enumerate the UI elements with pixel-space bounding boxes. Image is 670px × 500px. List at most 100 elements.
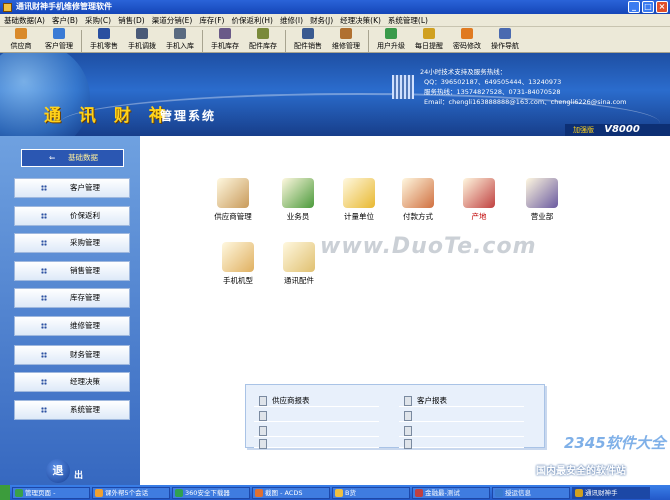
report-row-empty[interactable]	[254, 438, 379, 449]
menu-manager[interactable]: 经理决策(K)	[340, 15, 381, 26]
title-bar: 通讯财神手机维修管理软件 _ □ ×	[0, 0, 670, 14]
menu-purchase[interactable]: 采购(C)	[85, 15, 111, 26]
grid-dots-icon	[41, 268, 47, 274]
business-dept-tile[interactable]: 营业部	[512, 178, 572, 222]
app-icon	[495, 488, 503, 497]
nav-item-inventory[interactable]: 库存管理	[14, 288, 130, 308]
grid-dots-icon	[41, 185, 47, 191]
menu-channel[interactable]: 渠道分销(E)	[152, 15, 193, 26]
exit-label[interactable]: 出	[74, 468, 83, 481]
nav-item-repair[interactable]: 维修管理	[14, 316, 130, 336]
taskbar-item[interactable]: 截图 - ACDS	[252, 486, 330, 499]
brand-watermark: 2345软件大全 国内最安全的软件站	[530, 426, 670, 482]
report-row-empty[interactable]	[399, 438, 524, 449]
maximize-button[interactable]: □	[642, 1, 654, 13]
toolbar-retail-button[interactable]: 手机零售	[87, 27, 121, 52]
report-panel: 供应商报表 客户报表	[245, 384, 545, 449]
nav-header-basic-data[interactable]: ⇐ 基础数据	[21, 149, 124, 167]
phone-box-icon	[222, 242, 254, 272]
toolbar-password-button[interactable]: 密码修改	[450, 27, 484, 52]
app-icon	[175, 488, 183, 497]
key-icon	[461, 28, 473, 39]
menu-basic-data[interactable]: 基础数据(A)	[4, 15, 45, 26]
start-button[interactable]	[0, 485, 10, 500]
nav-item-manager[interactable]: 经理决策	[14, 372, 130, 392]
toolbar-reminder-button[interactable]: 每日提醒	[412, 27, 446, 52]
taskbar-item[interactable]: 课外帮5个会话	[92, 486, 170, 499]
toolbar-parts-sales-button[interactable]: 配件销售	[291, 27, 325, 52]
people-icon	[282, 178, 314, 208]
minimize-button[interactable]: _	[628, 1, 640, 13]
document-icon	[404, 411, 412, 421]
salesperson-tile[interactable]: 业务员	[268, 178, 328, 222]
nav-item-system[interactable]: 系统管理	[14, 400, 130, 420]
menu-customer[interactable]: 客户(B)	[52, 15, 78, 26]
brand-name: 2345软件大全	[564, 434, 666, 452]
taskbar-item[interactable]: B货	[332, 486, 410, 499]
unit-tile[interactable]: 计量单位	[329, 178, 389, 222]
taskbar-item[interactable]: 授运信息	[492, 486, 570, 499]
watermark-text: www.DuoTe.com	[320, 234, 537, 259]
version-label: V8000	[604, 124, 640, 135]
document-icon	[404, 396, 412, 406]
toolbar-customer-button[interactable]: 客户管理	[42, 27, 76, 52]
brand-slogan: 国内最安全的软件站	[536, 466, 626, 477]
customer-icon	[53, 28, 65, 39]
repair-icon	[340, 28, 352, 39]
app-icon	[15, 488, 23, 497]
menu-system[interactable]: 系统管理(L)	[388, 15, 428, 26]
hotline-line: 服务热线：13574827528、0731-84070528	[424, 88, 561, 96]
origin-tile[interactable]: 产地	[449, 178, 509, 222]
supplier-management-tile[interactable]: 供应商管理	[203, 178, 263, 222]
toolbar-stock-in-button[interactable]: 手机入库	[163, 27, 197, 52]
app-icon	[335, 488, 343, 497]
exit-button[interactable]: 退	[46, 459, 70, 483]
taskbar-item-active[interactable]: 通讯财神手	[572, 486, 650, 499]
toolbar: 供应商 客户管理 手机零售 手机调拨 手机入库 手机库存 配件库存 配件销售 维…	[0, 27, 670, 53]
product-subtitle: 管理系统	[160, 109, 217, 123]
toolbar-transfer-button[interactable]: 手机调拨	[125, 27, 159, 52]
report-row-empty[interactable]	[399, 410, 524, 422]
taskbar-item[interactable]: 360安全下载器	[172, 486, 250, 499]
toolbar-separator	[202, 30, 203, 52]
toolbar-parts-stock-button[interactable]: 配件库存	[246, 27, 280, 52]
nav-item-purchase[interactable]: 采购管理	[14, 233, 130, 253]
office-icon	[526, 178, 558, 208]
menu-sales[interactable]: 销售(D)	[118, 15, 145, 26]
qq-line: QQ：396502187、649505444、13240973	[424, 78, 562, 86]
menu-bar: 基础数据(A) 客户(B) 采购(C) 销售(D) 渠道分销(E) 库存(F) …	[0, 14, 670, 27]
document-icon	[259, 426, 267, 436]
menu-price-protect[interactable]: 价保返利(H)	[231, 15, 273, 26]
nav-item-customer[interactable]: 客户管理	[14, 178, 130, 198]
report-row-customer[interactable]: 客户报表	[399, 395, 524, 407]
report-row-empty[interactable]	[254, 425, 379, 437]
report-row-empty[interactable]	[254, 410, 379, 422]
grid-dots-icon	[41, 323, 47, 329]
toolbar-separator	[81, 30, 82, 52]
nav-item-price-protect[interactable]: 价保返利	[14, 206, 130, 226]
toolbar-supplier-button[interactable]: 供应商	[4, 27, 38, 52]
toolbar-guide-button[interactable]: 操作导航	[488, 27, 522, 52]
taskbar-item[interactable]: 管理页面 -	[12, 486, 90, 499]
left-nav-panel: ⇐ 基础数据 客户管理 价保返利 采购管理 销售管理 库存管理 维修管理 财务管理…	[0, 136, 140, 485]
app-icon	[415, 488, 423, 497]
nav-item-sales[interactable]: 销售管理	[14, 261, 130, 281]
taskbar-item[interactable]: 金融最-测试	[412, 486, 490, 499]
toolbar-phone-stock-button[interactable]: 手机库存	[208, 27, 242, 52]
payment-method-tile[interactable]: 付款方式	[388, 178, 448, 222]
address-book-icon	[217, 178, 249, 208]
phone-model-tile[interactable]: 手机机型	[208, 242, 268, 286]
report-row-empty[interactable]	[399, 425, 524, 437]
toolbar-upgrade-button[interactable]: 用户升级	[374, 27, 408, 52]
toolbar-repair-button[interactable]: 维修管理	[329, 27, 363, 52]
menu-inventory[interactable]: 库存(F)	[199, 15, 224, 26]
close-button[interactable]: ×	[656, 1, 668, 13]
banner: 通 讯 财 神 管理系统 24小时技术支持及服务热线： QQ：396502187…	[0, 53, 670, 136]
contact-info: 24小时技术支持及服务热线： QQ：396502187、649505444、13…	[420, 67, 627, 107]
report-row-supplier[interactable]: 供应商报表	[254, 395, 379, 407]
support-heading: 24小时技术支持及服务热线：	[420, 68, 507, 76]
guide-icon	[499, 28, 511, 39]
menu-finance[interactable]: 财务(J)	[310, 15, 333, 26]
menu-repair[interactable]: 维修(I)	[280, 15, 303, 26]
nav-item-finance[interactable]: 财务管理	[14, 345, 130, 365]
